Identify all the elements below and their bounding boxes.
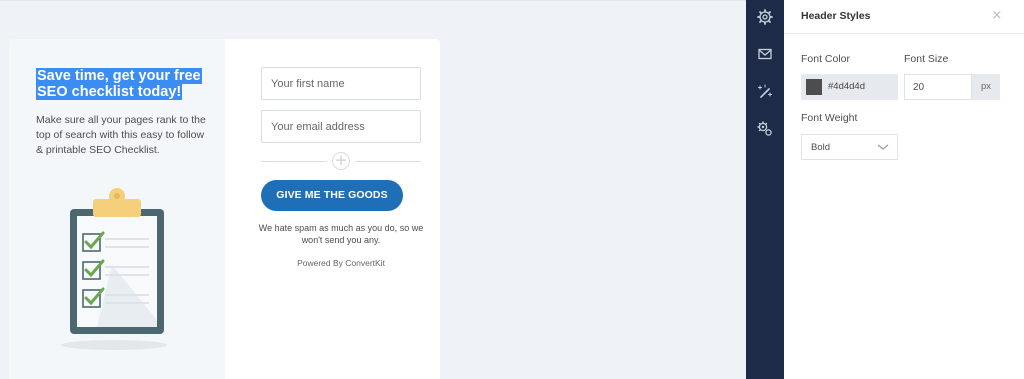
form-card[interactable]: Save time, get your free SEO checklist t… [9, 39, 440, 379]
magic-wand-icon[interactable] [757, 84, 773, 100]
form-description[interactable]: Make sure all your pages rank to the top… [36, 113, 206, 158]
font-weight-value: Bold [811, 142, 831, 153]
form-right-column: + GIVE ME THE GOODS We hate spam as much… [225, 39, 440, 379]
spam-disclaimer[interactable]: We hate spam as much as you do, so we wo… [251, 222, 431, 246]
font-size-label: Font Size [904, 53, 949, 65]
font-color-value[interactable]: #4d4d4d [828, 81, 865, 92]
envelope-icon[interactable] [757, 46, 773, 62]
first-name-input[interactable] [261, 67, 421, 100]
submit-button[interactable]: GIVE ME THE GOODS [261, 180, 403, 211]
divider-line-right [355, 161, 421, 162]
font-weight-label: Font Weight [801, 112, 858, 124]
chevron-down-icon [877, 144, 889, 150]
close-icon[interactable]: × [990, 9, 1004, 23]
powered-by-link[interactable]: Powered By ConvertKit [251, 257, 431, 269]
email-input[interactable] [261, 110, 421, 143]
editor-icon-sidebar [746, 0, 784, 379]
panel-header: Header Styles × [784, 0, 1024, 34]
add-field-plus-icon[interactable]: + [332, 152, 350, 170]
form-left-column: Save time, get your free SEO checklist t… [9, 39, 225, 379]
panel-title: Header Styles [801, 10, 871, 22]
form-headline-text[interactable]: Save time, get your free SEO checklist t… [36, 68, 202, 100]
editor-canvas: Save time, get your free SEO checklist t… [0, 0, 746, 379]
style-settings-panel: Header Styles × Font Color #4d4d4d Font … [784, 0, 1024, 379]
clipboard-checklist-icon [61, 188, 167, 350]
canvas-top-border [0, 0, 746, 1]
form-headline[interactable]: Save time, get your free SEO checklist t… [36, 68, 206, 100]
add-field-divider: + [261, 152, 421, 170]
font-color-label: Font Color [801, 53, 851, 65]
font-weight-select[interactable]: Bold [801, 134, 898, 160]
font-size-unit: px [972, 74, 1000, 100]
font-color-picker[interactable]: #4d4d4d [801, 74, 898, 100]
gears-icon[interactable] [757, 121, 773, 137]
gear-icon[interactable] [757, 9, 773, 25]
color-swatch[interactable] [806, 79, 822, 95]
font-size-input[interactable] [904, 74, 972, 100]
divider-line-left [261, 161, 327, 162]
